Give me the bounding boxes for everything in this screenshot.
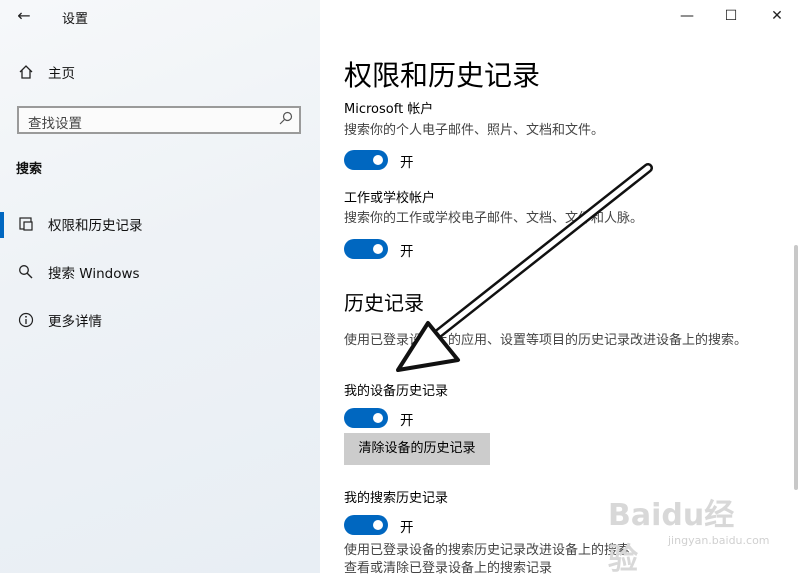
annotation-arrow-icon [396, 163, 653, 372]
